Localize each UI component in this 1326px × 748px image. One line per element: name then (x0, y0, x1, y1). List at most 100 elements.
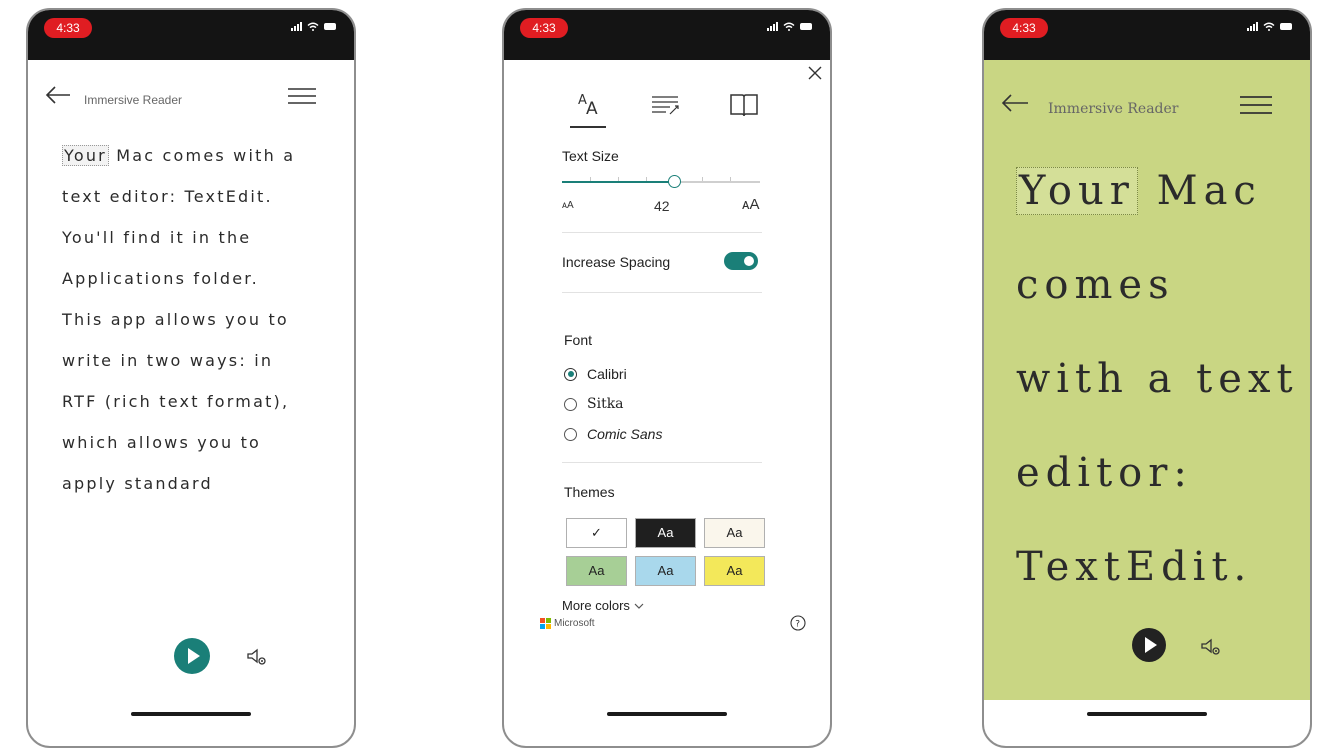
reader-line: text editor: TextEdit. (62, 181, 322, 222)
status-time: 4:33 (44, 18, 92, 38)
header-title: Immersive Reader (1048, 101, 1179, 117)
font-option-label: Calibri (587, 366, 627, 382)
reader-header: Immersive Reader (28, 78, 354, 118)
tab-selected-indicator (570, 126, 606, 128)
reader-text: Your Mac comes with a text editor: TextEdit. (1016, 160, 1299, 630)
reader-header: Immersive Reader (984, 86, 1310, 126)
status-bar: 4:33 (28, 10, 354, 60)
reader-line: This app allows you to (62, 304, 322, 345)
settings-tabs: AA (570, 90, 770, 130)
themes-label: Themes (564, 484, 615, 500)
menu-icon[interactable] (288, 87, 316, 105)
text-size-label: Text Size (562, 148, 619, 164)
phone-reader-theme: 4:33 Immersive Reader Your Mac comes with … (982, 8, 1312, 748)
text-size-value: 42 (654, 198, 670, 214)
theme-swatch[interactable]: ✓ (566, 518, 627, 548)
toggle-knob (744, 256, 754, 266)
status-time: 4:33 (520, 18, 568, 38)
line-text: with a text (1016, 356, 1299, 402)
system-icons (767, 22, 812, 31)
reader-line: write in two ways: in (62, 345, 322, 386)
line-text: write in two ways: in (62, 351, 274, 370)
highlighted-word: Your (62, 145, 109, 166)
line-text: This app allows you to (62, 310, 289, 329)
reader-line: comes (1016, 254, 1299, 348)
highlighted-word: Your (1016, 167, 1138, 215)
battery-icon (1280, 23, 1292, 30)
voice-settings-icon[interactable] (246, 646, 268, 668)
signal-icon (291, 22, 302, 31)
line-text: text editor: TextEdit. (62, 187, 273, 206)
tab-text-preferences[interactable]: AA (570, 90, 606, 128)
theme-swatch[interactable]: Aa (635, 518, 696, 548)
line-text: RTF (rich text format), (62, 392, 290, 411)
text-size-slider[interactable] (562, 175, 760, 188)
status-time: 4:33 (1000, 18, 1048, 38)
line-text: editor: (1016, 450, 1193, 496)
reader-line: Applications folder. (62, 263, 322, 304)
reader-line: Your Mac (1016, 160, 1299, 254)
reader-line: You'll find it in the (62, 222, 322, 263)
increase-spacing-toggle[interactable] (724, 252, 758, 270)
home-indicator (1087, 712, 1207, 716)
text-size-small-label: ᴀA (562, 200, 574, 211)
line-text: Mac comes with a (108, 146, 296, 165)
voice-settings-icon[interactable] (1200, 636, 1222, 658)
reader-line: editor: (1016, 442, 1299, 536)
phone-settings: 4:33 AA Text Size ᴀA 42 ᴀA Increase Spac… (502, 8, 832, 748)
text-size-large-label: ᴀA (742, 196, 760, 213)
help-icon[interactable]: ? (790, 615, 806, 631)
slider-tick (702, 177, 703, 181)
reader-line: with a text (1016, 348, 1299, 442)
back-arrow-icon[interactable] (1000, 92, 1030, 114)
battery-icon (324, 23, 336, 30)
brand-label: Microsoft (554, 618, 595, 629)
system-icons (291, 22, 336, 31)
slider-thumb[interactable] (667, 175, 681, 188)
tab-reading-preferences[interactable] (726, 90, 762, 126)
font-label: Font (564, 332, 593, 348)
more-colors-label: More colors (562, 598, 630, 613)
wifi-icon (783, 22, 795, 31)
text-size-icon: AA (578, 93, 598, 119)
battery-icon (800, 23, 812, 30)
slider-tick (730, 177, 731, 181)
theme-swatch[interactable]: Aa (704, 518, 765, 548)
reader-text: Your Mac comes with a text editor: TextEd… (62, 140, 322, 509)
wifi-icon (1263, 22, 1275, 31)
divider (562, 292, 762, 293)
divider (562, 232, 762, 233)
tab-grammar-options[interactable] (648, 90, 684, 126)
font-option-calibri[interactable]: Calibri (564, 366, 627, 382)
grammar-options-icon (652, 96, 679, 115)
theme-swatch[interactable]: Aa (704, 556, 765, 586)
line-text: which allows you to (62, 433, 262, 452)
slider-tick (646, 177, 647, 181)
divider (562, 462, 762, 463)
back-arrow-icon[interactable] (44, 84, 72, 106)
slider-fill (562, 181, 675, 183)
line-text: TextEdit. (1016, 544, 1253, 590)
theme-swatch[interactable]: Aa (635, 556, 696, 586)
slider-tick (618, 177, 619, 181)
radio-icon (564, 397, 577, 411)
play-button[interactable] (174, 638, 210, 674)
slider-tick (590, 177, 591, 181)
close-icon[interactable] (808, 66, 822, 80)
font-option-sitka[interactable]: Sitka (564, 396, 624, 412)
signal-icon (1247, 22, 1258, 31)
more-colors-button[interactable]: More colors (562, 598, 644, 613)
font-option-label: Comic Sans (587, 426, 663, 442)
microsoft-logo-icon (540, 618, 551, 629)
home-indicator (131, 712, 251, 716)
signal-icon (767, 22, 778, 31)
play-button[interactable] (1132, 628, 1166, 662)
system-icons (1247, 22, 1292, 31)
theme-swatch[interactable]: Aa (566, 556, 627, 586)
svg-text:?: ? (795, 620, 800, 630)
radio-icon (564, 427, 577, 441)
line-text: Mac (1137, 168, 1262, 214)
menu-icon[interactable] (1240, 95, 1272, 115)
chevron-down-icon (634, 603, 643, 609)
font-option-comic-sans[interactable]: Comic Sans (564, 426, 662, 442)
